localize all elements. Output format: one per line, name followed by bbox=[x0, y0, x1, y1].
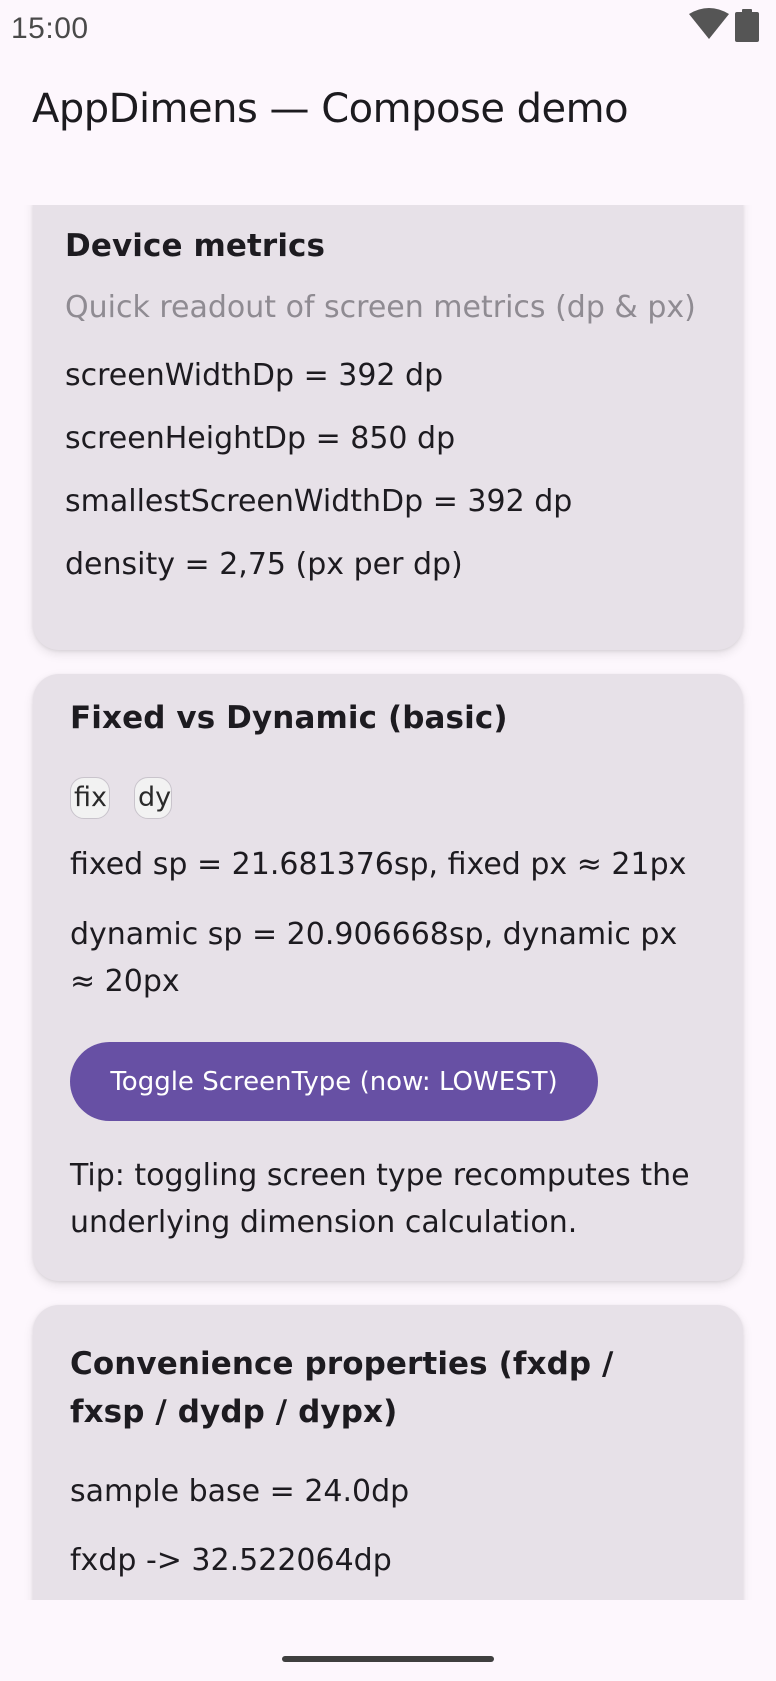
toggle-screentype-button[interactable]: Toggle ScreenType (now: LOWEST) bbox=[70, 1042, 598, 1121]
convenience-properties-card: Convenience properties (fxdp / fxsp / dy… bbox=[33, 1305, 743, 1600]
chip-fix: fix bbox=[70, 777, 110, 819]
card-title: Convenience properties (fxdp / fxsp / dy… bbox=[70, 1346, 614, 1430]
dynamic-value-line: dynamic sp = 20.906668sp, dynamic px ≈ 2… bbox=[70, 917, 678, 999]
fixed-value-line: fixed sp = 21.681376sp, fixed px ≈ 21px bbox=[70, 847, 687, 882]
sample-base-line: sample base = 24.0dp bbox=[70, 1474, 410, 1509]
fixed-vs-dynamic-card: Fixed vs Dynamic (basic) fix dy fixed sp… bbox=[33, 674, 743, 1281]
metric-smallest-width: smallestScreenWidthDp = 392 dp bbox=[65, 484, 573, 519]
tip-text: Tip: toggling screen type recomputes the… bbox=[70, 1158, 690, 1240]
chip-dy: dy bbox=[134, 777, 172, 819]
device-metrics-card: Device metrics Quick readout of screen m… bbox=[33, 205, 743, 650]
battery-icon bbox=[735, 9, 759, 42]
top-app-bar: AppDimens — Compose demo bbox=[0, 60, 776, 205]
home-gesture-handle[interactable] bbox=[282, 1656, 494, 1662]
status-time: 15:00 bbox=[11, 12, 89, 45]
scroll-content[interactable]: Device metrics Quick readout of screen m… bbox=[0, 205, 776, 1600]
wifi-icon bbox=[688, 8, 730, 40]
metric-screen-width: screenWidthDp = 392 dp bbox=[65, 358, 444, 393]
status-bar: 15:00 bbox=[0, 0, 776, 60]
navigation-bar bbox=[0, 1600, 776, 1681]
fxdp-line: fxdp -> 32.522064dp bbox=[70, 1543, 392, 1578]
metric-density: density = 2,75 (px per dp) bbox=[65, 547, 463, 582]
card-title: Device metrics bbox=[65, 228, 326, 264]
card-title: Fixed vs Dynamic (basic) bbox=[70, 700, 508, 736]
app-title: AppDimens — Compose demo bbox=[32, 86, 629, 132]
metric-screen-height: screenHeightDp = 850 dp bbox=[65, 421, 456, 456]
app-screen: 15:00 AppDimens — Compose demo Device me… bbox=[0, 0, 776, 1681]
card-subtitle: Quick readout of screen metrics (dp & px… bbox=[65, 290, 696, 325]
